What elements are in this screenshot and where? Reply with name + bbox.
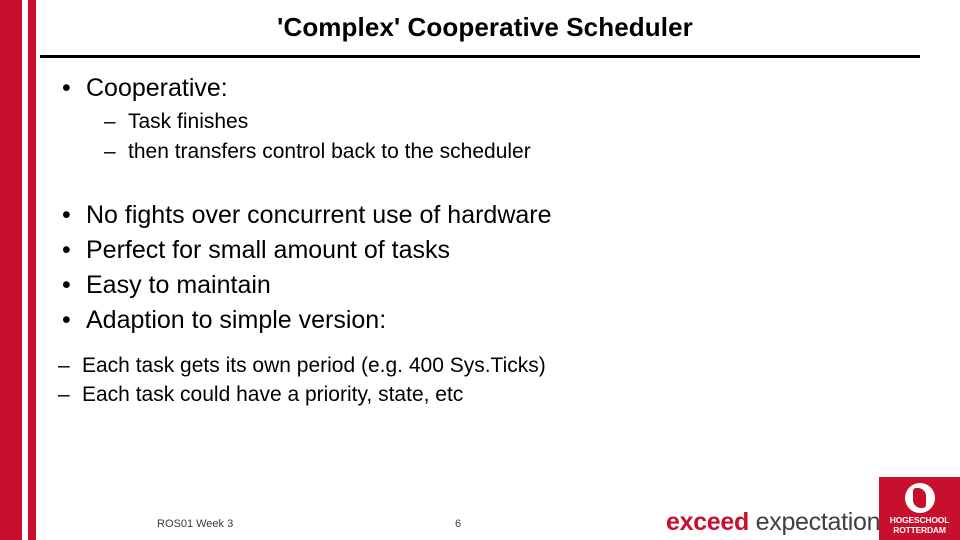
footer-course-label: ROS01 Week 3 <box>157 518 234 530</box>
footer-tagline: exceed expectations <box>666 508 893 537</box>
dash-glyph-icon: – <box>58 353 70 377</box>
dash-glyph-icon: – <box>58 383 70 407</box>
title-divider <box>40 55 920 58</box>
bullet-list-top: • Cooperative: – Task finishes – then tr… <box>40 72 930 167</box>
list-item: – Task finishes <box>86 107 930 137</box>
list-item-label: Task finishes <box>128 110 249 133</box>
footer-page-number: 6 <box>455 518 462 530</box>
logo-line-1: HOGESCHOOL <box>889 515 950 525</box>
list-item: • No fights over concurrent use of hardw… <box>40 199 930 232</box>
list-item: • Easy to maintain <box>40 269 930 302</box>
bullet-glyph-icon: • <box>62 200 71 229</box>
left-accent-bar-inner <box>28 0 36 540</box>
bullet-glyph-icon: • <box>62 235 71 264</box>
list-item-label: Each task gets its own period (e.g. 400 … <box>82 353 546 377</box>
list-item-label: Perfect for small amount of tasks <box>86 235 451 264</box>
list-item-label: Easy to maintain <box>86 270 271 299</box>
list-item-label: then transfers control back to the sched… <box>128 139 531 163</box>
list-item: • Adaption to simple version: <box>40 304 930 337</box>
list-item: • Perfect for small amount of tasks <box>40 234 930 267</box>
bullet-list-main: • No fights over concurrent use of hardw… <box>40 199 930 337</box>
dash-glyph-icon: – <box>104 110 116 133</box>
logo-line-2: ROTTERDAM <box>893 525 946 535</box>
list-item-label: Cooperative: <box>86 74 228 102</box>
list-item-label: Adaption to simple version: <box>86 305 387 334</box>
bullet-glyph-icon: • <box>62 305 71 334</box>
list-item: – Each task gets its own period (e.g. 40… <box>40 351 930 381</box>
list-item: • Cooperative: – Task finishes – then tr… <box>40 72 930 167</box>
list-item: – Each task could have a priority, state… <box>40 380 930 410</box>
sub-bullet-list-final: – Each task gets its own period (e.g. 40… <box>40 351 930 411</box>
footer-tagline-bold: exceed <box>666 508 749 536</box>
slide: 'Complex' Cooperative Scheduler • Cooper… <box>0 0 960 540</box>
logo-text: HOGESCHOOL ROTTERDAM <box>879 515 960 535</box>
list-item-label: No fights over concurrent use of hardwar… <box>86 200 552 229</box>
left-accent-bar-outer <box>0 0 22 540</box>
dash-glyph-icon: – <box>104 139 116 163</box>
list-item-label: Each task could have a priority, state, … <box>82 383 464 407</box>
logo-emblem-icon <box>904 483 935 513</box>
footer-tagline-light: expectations <box>749 508 893 536</box>
sub-bullet-list: – Task finishes – then transfers control… <box>86 107 930 167</box>
slide-body: • Cooperative: – Task finishes – then tr… <box>40 72 930 502</box>
list-item: – then transfers control back to the sch… <box>86 137 930 167</box>
institution-logo: HOGESCHOOL ROTTERDAM <box>879 477 960 540</box>
slide-title: 'Complex' Cooperative Scheduler <box>277 12 693 42</box>
bullet-glyph-icon: • <box>62 74 71 102</box>
bullet-glyph-icon: • <box>62 270 71 299</box>
